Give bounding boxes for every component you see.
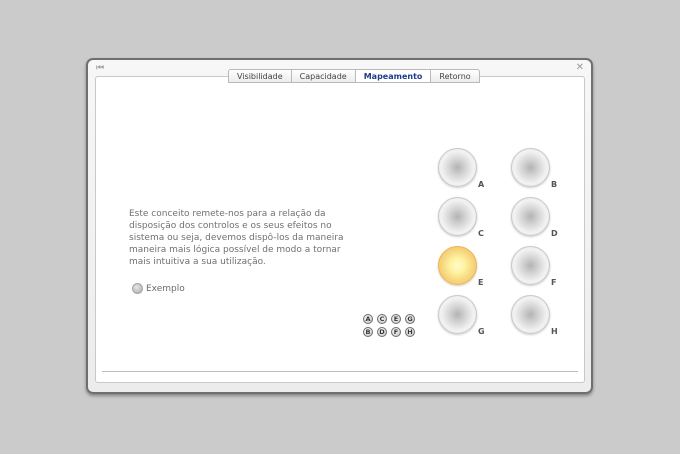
mini-knob-a[interactable]: A xyxy=(363,314,373,324)
close-icon[interactable]: ✕ xyxy=(576,63,584,73)
mini-knob-g[interactable]: G xyxy=(405,314,415,324)
dial-d[interactable] xyxy=(511,197,550,236)
dial-label-a: A xyxy=(478,180,485,189)
dial-a[interactable] xyxy=(438,148,477,187)
example-option[interactable]: Exemplo xyxy=(132,283,185,294)
example-label: Exemplo xyxy=(146,283,185,294)
dial-label-f: F xyxy=(551,278,557,287)
mini-knob-h[interactable]: H xyxy=(405,327,415,337)
dial-label-h: H xyxy=(551,327,558,336)
mini-knob-e[interactable]: E xyxy=(391,314,401,324)
tab-retorno[interactable]: Retorno xyxy=(431,69,480,83)
dialog-window: ⏮ ✕ Visibilidade Capacidade Mapeamento R… xyxy=(86,58,593,394)
skip-back-icon[interactable]: ⏮ xyxy=(96,63,104,73)
dial-c[interactable] xyxy=(438,197,477,236)
mini-knob-b[interactable]: B xyxy=(363,327,373,337)
dial-h[interactable] xyxy=(511,295,550,334)
dial-f[interactable] xyxy=(511,246,550,285)
content-panel: Este conceito remete-nos para a relação … xyxy=(95,76,585,383)
tab-capacidade[interactable]: Capacidade xyxy=(291,69,356,83)
dial-e[interactable] xyxy=(438,246,477,285)
tab-bar: Visibilidade Capacidade Mapeamento Retor… xyxy=(228,69,480,83)
dial-label-g: G xyxy=(478,327,485,336)
concept-description: Este conceito remete-nos para a relação … xyxy=(129,209,344,267)
mini-knob-c[interactable]: C xyxy=(377,314,387,324)
dial-g[interactable] xyxy=(438,295,477,334)
tab-visibilidade[interactable]: Visibilidade xyxy=(228,69,292,83)
dial-b[interactable] xyxy=(511,148,550,187)
dial-label-e: E xyxy=(478,278,484,287)
dial-label-d: D xyxy=(551,229,558,238)
tab-mapeamento[interactable]: Mapeamento xyxy=(355,69,432,83)
radio-button[interactable] xyxy=(132,283,143,294)
mini-knob-f[interactable]: F xyxy=(391,327,401,337)
divider xyxy=(102,371,578,372)
dial-label-c: C xyxy=(478,229,484,238)
mini-knob-d[interactable]: D xyxy=(377,327,387,337)
dial-label-b: B xyxy=(551,180,558,189)
